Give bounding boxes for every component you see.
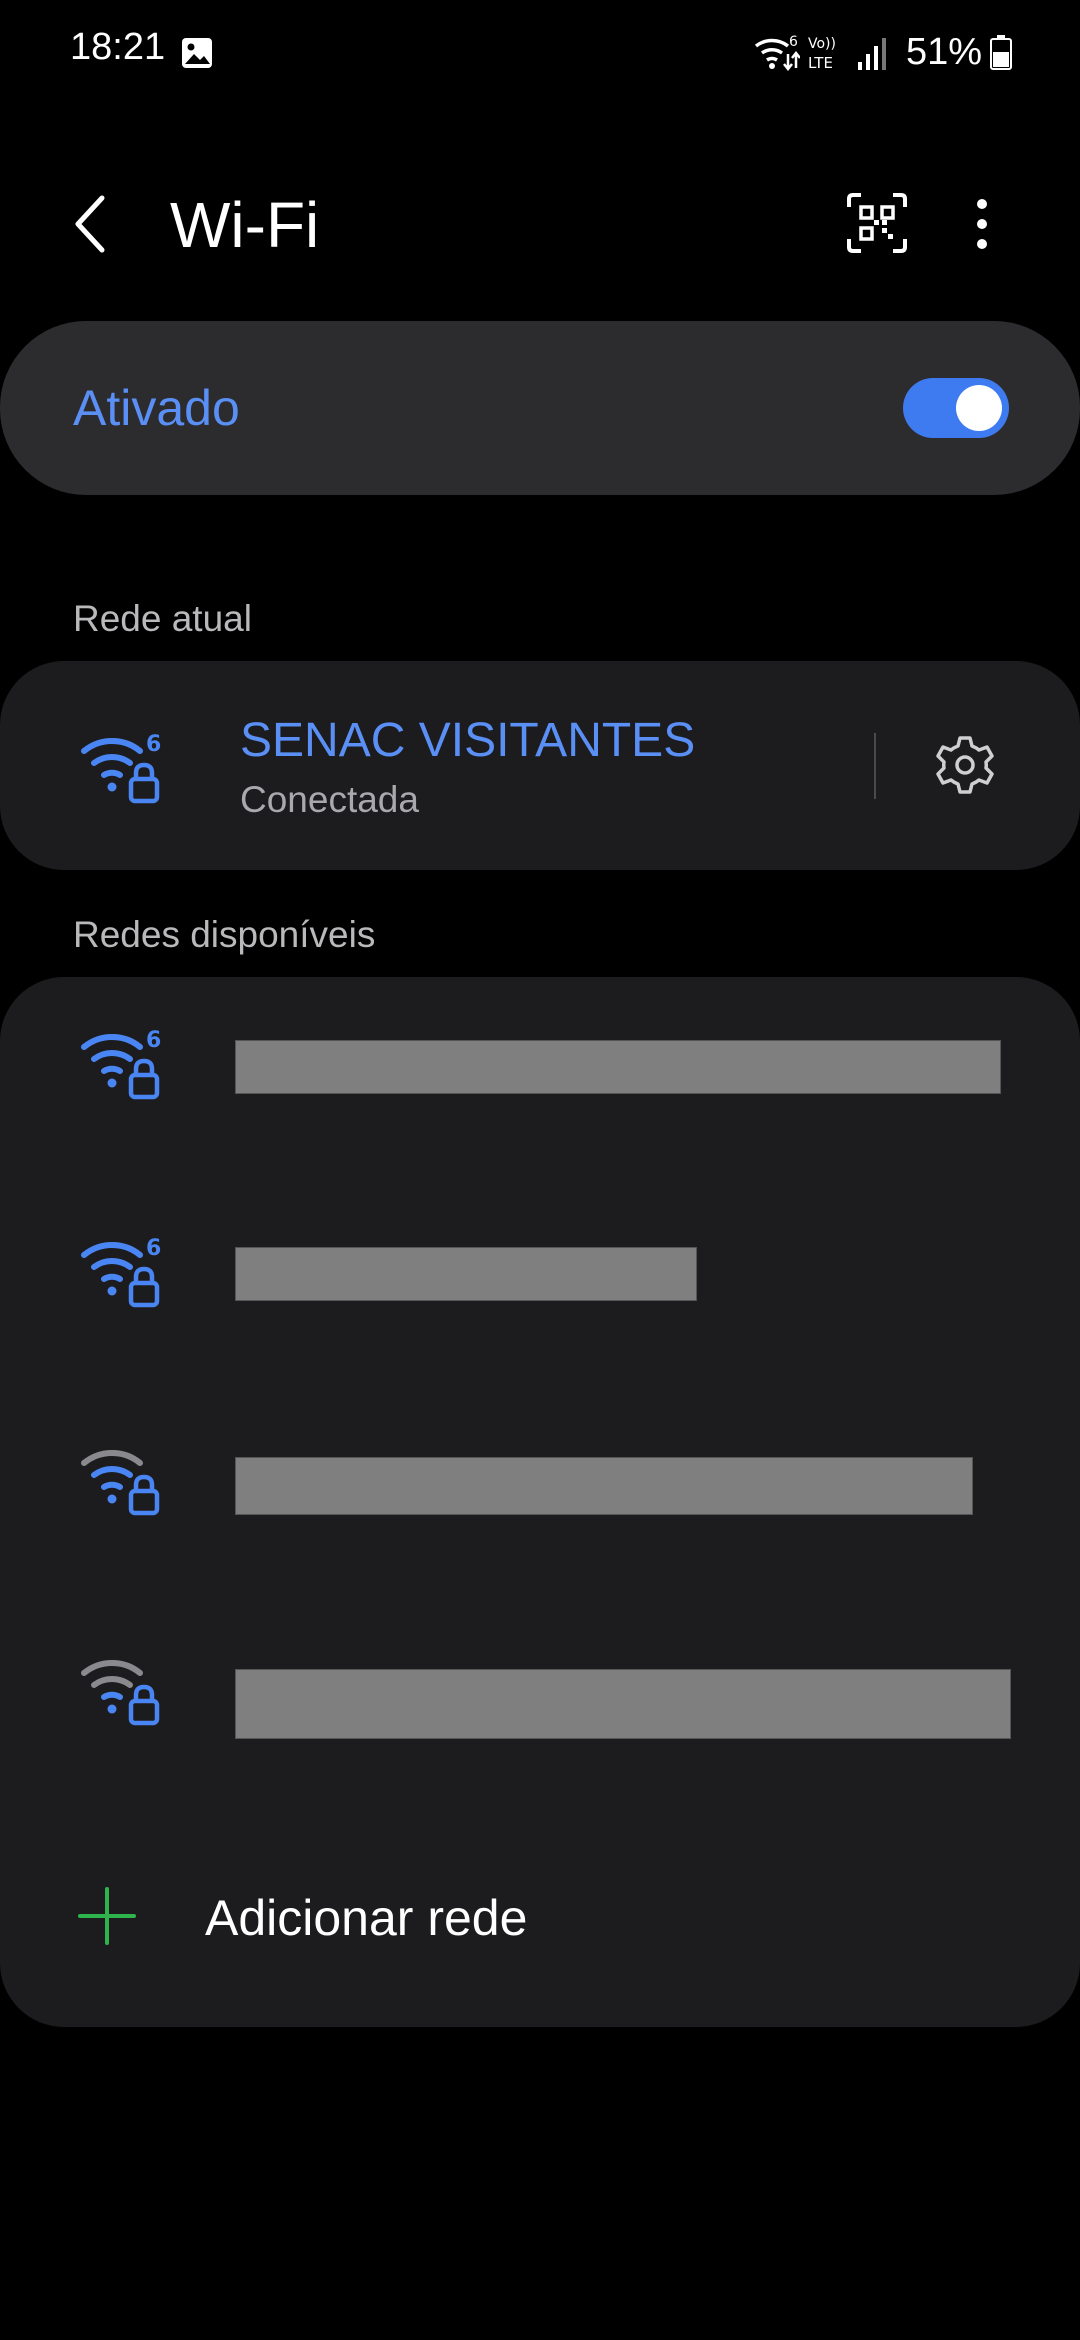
plus-icon	[78, 1887, 136, 1945]
gallery-icon	[182, 38, 212, 68]
network-row[interactable]: 6	[0, 1207, 1080, 1347]
wifi-weak-lock-icon	[81, 1450, 160, 1516]
current-network-status: Conectada	[240, 779, 419, 820]
signal-icon	[857, 38, 886, 70]
wifi-toggle-card[interactable]: Ativado	[0, 321, 1080, 495]
status-bar: 18:21 6 Vo)) LTE 51%	[0, 0, 1080, 104]
wifi6-icon: 6	[754, 34, 800, 72]
redacted-network-name	[235, 1457, 973, 1515]
wifi6-lock-icon: 6	[81, 732, 161, 804]
svg-text:Vo)): Vo))	[808, 36, 836, 52]
wifi-switch[interactable]	[903, 378, 1009, 438]
app-header: Wi-Fi	[0, 170, 1080, 280]
divider	[874, 733, 876, 799]
status-icons: 6 Vo)) LTE 51%	[752, 26, 1012, 78]
add-network-label: Adicionar rede	[205, 1890, 528, 1946]
redacted-network-name	[235, 1040, 1001, 1094]
svg-text:6: 6	[146, 732, 161, 757]
svg-text:6: 6	[789, 34, 798, 50]
battery-percent: 51%	[905, 30, 982, 73]
add-network-button[interactable]: Adicionar rede	[0, 1857, 1080, 1977]
available-networks-heading: Redes disponíveis	[73, 914, 376, 955]
wifi6-lock-icon: 6	[81, 1028, 161, 1100]
settings-icon[interactable]	[934, 734, 996, 796]
wifi-weak-lock-icon	[81, 1660, 160, 1726]
available-networks-card: 6 6 Adicionar rede	[0, 977, 1080, 2027]
status-time: 18:21	[70, 26, 166, 68]
network-row[interactable]: 6	[0, 997, 1080, 1137]
current-network-heading: Rede atual	[73, 598, 252, 639]
network-row[interactable]	[0, 1417, 1080, 1557]
network-row[interactable]	[0, 1627, 1080, 1767]
current-network-name: SENAC VISITANTES	[240, 714, 696, 767]
wifi-toggle-label: Ativado	[73, 380, 240, 436]
current-network-card[interactable]: 6 SENAC VISITANTES Conectada	[0, 661, 1080, 870]
page-title: Wi-Fi	[170, 189, 320, 261]
switch-knob	[956, 385, 1002, 431]
svg-text:LTE: LTE	[808, 54, 833, 72]
qr-code-icon[interactable]	[846, 192, 908, 254]
more-vert-icon[interactable]	[960, 192, 1004, 256]
back-icon[interactable]	[62, 192, 126, 256]
svg-text:6: 6	[146, 1236, 161, 1261]
volte-icon: Vo)) LTE	[808, 36, 836, 72]
battery-icon	[990, 35, 1012, 70]
redacted-network-name	[235, 1247, 697, 1301]
svg-text:6: 6	[146, 1028, 161, 1053]
redacted-network-name	[235, 1669, 1011, 1739]
wifi6-lock-icon: 6	[81, 1236, 161, 1308]
